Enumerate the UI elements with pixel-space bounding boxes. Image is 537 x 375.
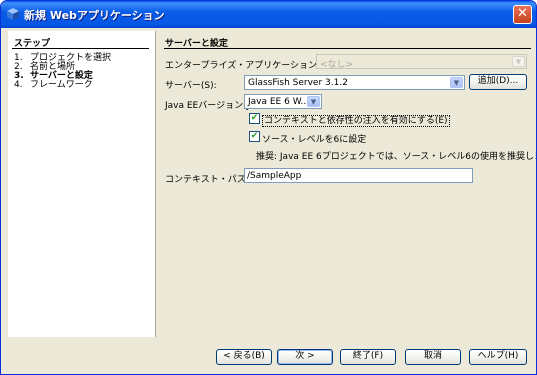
close-icon: ✕ [517,6,528,21]
step-number: 4. [14,80,23,90]
javaee-version-value: Java EE 6 W... [248,97,310,107]
chevron-down-icon[interactable]: ▼ [450,77,463,88]
checkmark-icon: ✔ [250,131,259,141]
window-title: 新規 Webアプリケーション [24,9,165,22]
dialog-window: 新規 Webアプリケーション ✕ ステップ 1. プロジェクトを選択 2. 名前… [0,0,537,375]
back-button[interactable]: < 戻る(B) [216,349,272,365]
cdi-checkbox-label[interactable]: コンテキストと依存性の注入を有効にする(E) [262,115,450,127]
checkmark-icon: ✔ [250,113,259,123]
javaee-version-label: Java EEバージョン(J): [165,101,256,111]
source-level-checkbox-label[interactable]: ソース・レベルを6に設定 [262,132,366,145]
enterprise-app-value: <なし> [320,60,354,70]
cdi-checkbox[interactable]: ✔ [249,113,260,124]
chevron-down-icon[interactable]: ▼ [307,96,320,107]
next-button[interactable]: 次 > [277,349,333,365]
close-button[interactable]: ✕ [513,5,532,24]
steps-panel: ステップ 1. プロジェクトを選択 2. 名前と場所 3. サーバーと設定 4.… [8,31,156,337]
steps-divider [12,48,149,49]
steps-list: 1. プロジェクトを選択 2. 名前と場所 3. サーバーと設定 4. フレーム… [14,54,111,90]
add-server-button[interactable]: 追加(D)... [469,74,527,90]
dialog-body: ステップ 1. プロジェクトを選択 2. 名前と場所 3. サーバーと設定 4.… [4,28,536,373]
server-value: GlassFish Server 3.1.2 [248,78,348,88]
netbeans-cube-icon [7,8,19,20]
step-label: フレームワーク [30,80,93,90]
enterprise-app-select[interactable]: <なし> ▼ [316,54,527,70]
recommendation-text: 推奨: Java EE 6プロジェクトでは、ソース・レベル6の使用を推奨します。 [256,152,537,162]
section-divider [164,48,531,49]
server-select[interactable]: GlassFish Server 3.1.2 ▼ [244,75,465,90]
help-button[interactable]: ヘルプ(H) [469,349,527,365]
cancel-button[interactable]: 取消 [405,349,461,365]
chevron-down-icon: ▼ [512,56,525,67]
context-path-input[interactable] [247,170,470,181]
settings-panel: サーバーと設定 エンタープライズ・アプリケーションに追加(A): <なし> ▼ … [160,31,536,337]
javaee-version-select[interactable]: Java EE 6 W... ▼ [244,94,322,109]
source-level-checkbox[interactable]: ✔ [249,131,260,142]
context-path-field[interactable] [244,168,473,183]
title-bar[interactable]: 新規 Webアプリケーション ✕ [1,1,536,28]
finish-button[interactable]: 終了(F) [340,349,396,365]
server-label: サーバー(S): [165,81,217,91]
step-item-4: 4. フレームワーク [14,81,111,90]
cdi-checkbox-label-wrap: コンテキストと依存性の注入を有効にする(E) [262,113,450,127]
